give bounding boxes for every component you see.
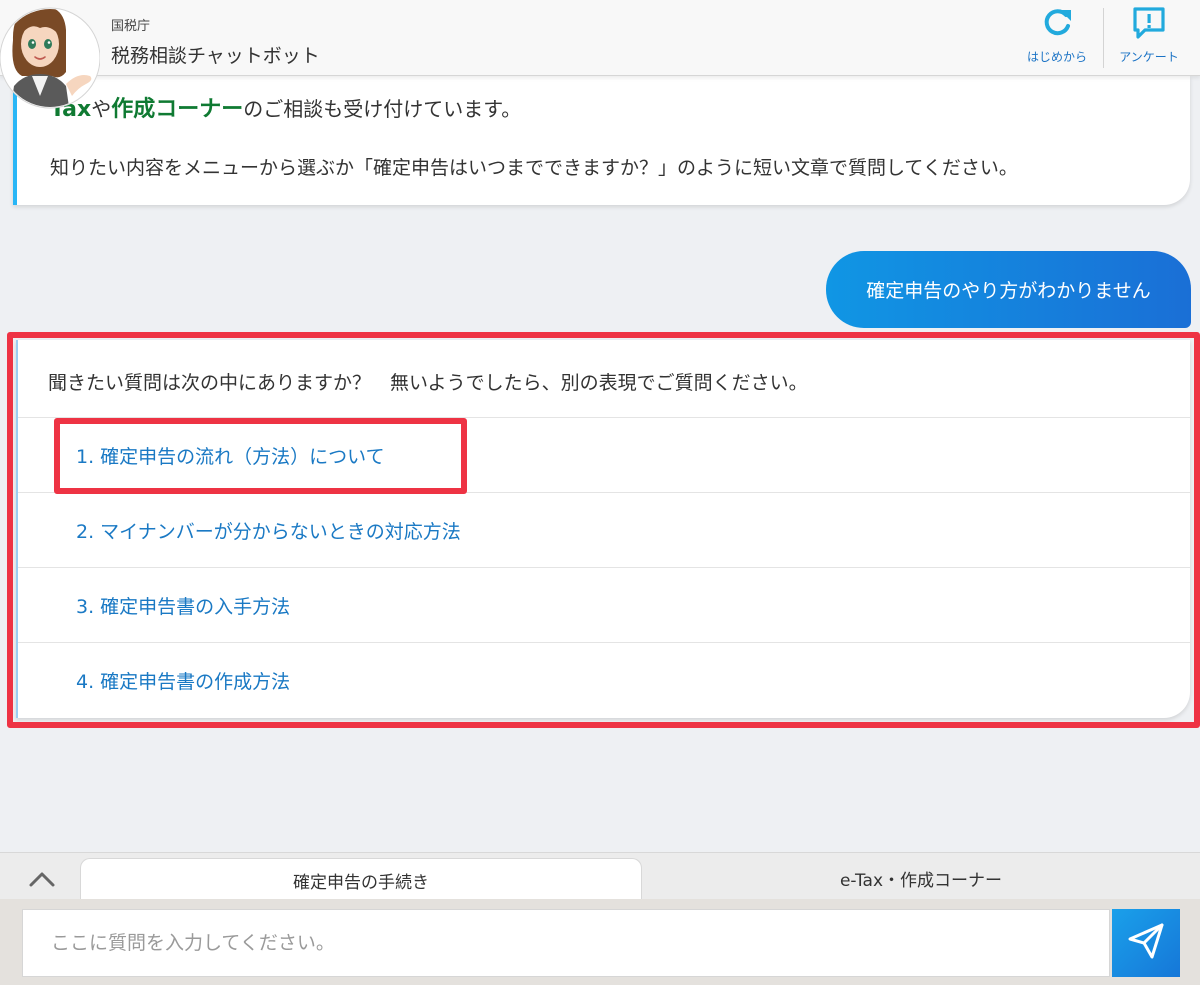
tab-tax-procedure[interactable]: 確定申告の手続き (80, 858, 642, 902)
user-message: 確定申告のやり方がわかりません (826, 251, 1191, 328)
option-item-4[interactable]: 4. 確定申告書の作成方法 (18, 642, 1190, 717)
app-title: 税務相談チャットボット (111, 45, 320, 67)
agency-name: 国税庁 (111, 19, 151, 34)
assistant-avatar (0, 0, 101, 114)
refresh-icon (1040, 6, 1074, 44)
survey-button[interactable]: アンケート (1110, 6, 1188, 70)
intro-line-2: 知りたい内容をメニューから選ぶか「確定申告はいつまでできますか？」のように短い文… (50, 157, 1018, 179)
survey-label: アンケート (1119, 50, 1179, 64)
restart-button[interactable]: はじめから (1020, 6, 1094, 70)
corner-highlight: 作成コーナー (111, 97, 244, 122)
option-item-3[interactable]: 3. 確定申告書の入手方法 (18, 567, 1190, 642)
chevron-up-icon[interactable] (26, 868, 58, 890)
header-divider (1103, 8, 1104, 68)
question-input[interactable] (22, 909, 1110, 977)
option-item-2[interactable]: 2. マイナンバーが分からないときの対応方法 (18, 492, 1190, 567)
category-tab-bar: 確定申告の手続き e-Tax・作成コーナー (0, 852, 1200, 902)
tab-etax-corner[interactable]: e-Tax・作成コーナー (642, 858, 1200, 898)
app-header: 国税庁 税務相談チャットボット はじめから アンケート (0, 0, 1200, 76)
option-item-1[interactable]: 1. 確定申告の流れ（方法）について (18, 417, 1190, 492)
intro-line-1: Taxや作成コーナーのご相談も受け付けています。 (50, 91, 521, 123)
paper-plane-icon (1126, 921, 1166, 965)
bot-message-options: 聞きたい質問は次の中にありますか？ 無いようでしたら、別の表現でご質問ください。… (16, 340, 1190, 718)
bot-message-intro: Taxや作成コーナーのご相談も受け付けています。 知りたい内容をメニューから選ぶ… (13, 76, 1190, 205)
feedback-icon (1131, 6, 1167, 44)
send-button[interactable] (1112, 909, 1180, 977)
restart-label: はじめから (1026, 50, 1087, 64)
intro-line-1-rest: のご相談も受け付けています。 (243, 97, 522, 121)
message-input-bar (0, 899, 1200, 985)
options-question: 聞きたい質問は次の中にありますか？ 無いようでしたら、別の表現でご質問ください。 (48, 372, 808, 394)
